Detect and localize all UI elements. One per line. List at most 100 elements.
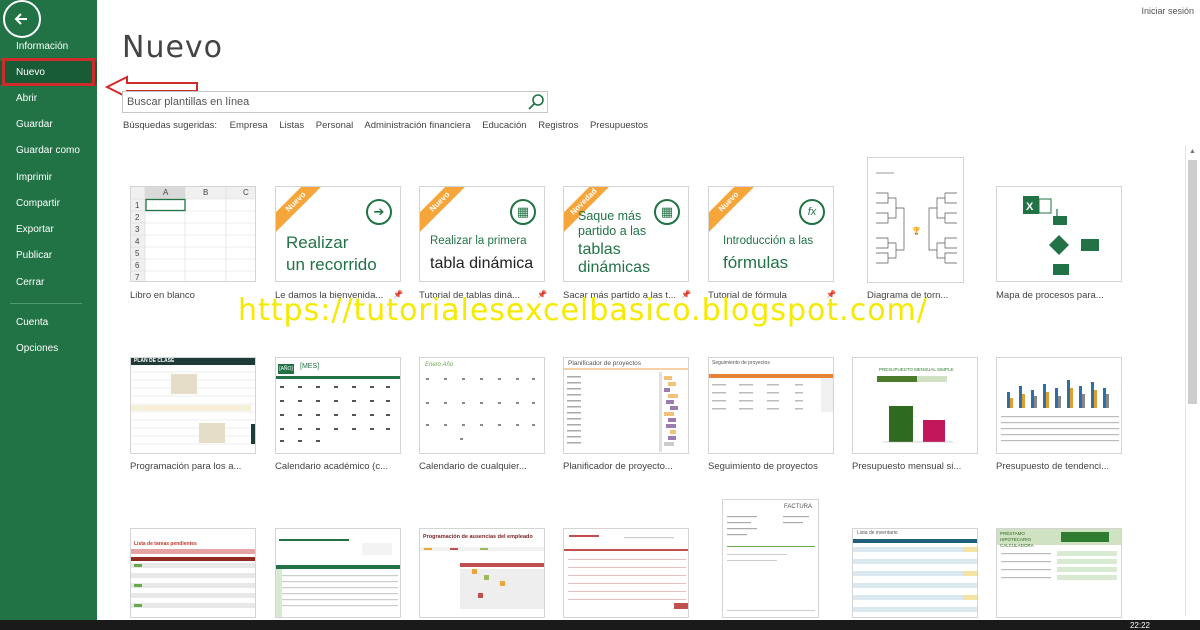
more-pivot-line3: tablas bbox=[578, 241, 621, 258]
template-thumb-loan-schedule[interactable] bbox=[275, 528, 401, 618]
template-thumb-inventory[interactable]: Lista de inventario bbox=[852, 528, 978, 618]
nav-abrir[interactable]: Abrir bbox=[0, 87, 97, 111]
template-thumb-absence-schedule[interactable]: Programación de ausencias del empleado bbox=[419, 528, 545, 618]
template-thumb-project-planner[interactable]: Planificador de proyectos bbox=[563, 357, 689, 454]
search-button[interactable] bbox=[526, 93, 546, 111]
suggestion-personal[interactable]: Personal bbox=[316, 120, 354, 131]
search-input[interactable] bbox=[127, 94, 522, 110]
template-thumb-monthly-budget[interactable]: PRESUPUESTO MENSUAL SIMPLE bbox=[852, 357, 978, 454]
suggested-label: Búsquedas sugeridas: bbox=[123, 120, 218, 131]
suggestion-educacion[interactable]: Educación bbox=[482, 120, 526, 131]
row-header-6: 6 bbox=[135, 261, 140, 270]
template-thumb-process-map[interactable]: X bbox=[996, 186, 1122, 282]
absence-title: Programación de ausencias del empleado bbox=[423, 534, 533, 540]
nav-cerrar[interactable]: Cerrar bbox=[0, 271, 97, 295]
scroll-up-icon[interactable]: ▲ bbox=[1186, 146, 1199, 158]
nav-publicar[interactable]: Publicar bbox=[0, 244, 97, 268]
nav-divider bbox=[10, 303, 82, 304]
spreadsheet-grid-icon bbox=[131, 187, 255, 281]
page-title: Nuevo bbox=[122, 30, 224, 65]
sign-in-link[interactable]: Iniciar sesión bbox=[1141, 6, 1194, 16]
nav-cuenta[interactable]: Cuenta bbox=[0, 311, 97, 335]
row-header-4: 4 bbox=[135, 237, 140, 246]
svg-text:🏆: 🏆 bbox=[912, 226, 921, 235]
row-header-3: 3 bbox=[135, 225, 140, 234]
svg-text:X: X bbox=[1026, 201, 1034, 213]
mortgage-badge bbox=[1061, 532, 1109, 542]
template-label[interactable]: Seguimiento de proyectos bbox=[708, 461, 838, 472]
calendar-title: Enero Año bbox=[425, 362, 454, 368]
taskbar-clock: 22:22 bbox=[1129, 621, 1150, 630]
pivot-table-icon: ▦ bbox=[654, 199, 680, 225]
nuevo-highlight-box bbox=[2, 58, 95, 86]
formulas-line1: Introducción a las bbox=[723, 235, 814, 247]
mortgage-title: PRÉSTAMO HIPOTECARIO CALCULADORA bbox=[1000, 531, 1034, 548]
template-thumb-blank[interactable]: A B C 1 2 3 4 5 6 7 bbox=[130, 186, 256, 282]
template-thumb-academic-calendar[interactable]: [AÑO] [MES] bbox=[275, 357, 401, 454]
suggested-searches: Búsquedas sugeridas: Empresa Listas Pers… bbox=[123, 120, 657, 131]
lesson-plan-title: PLAN DE CLASE bbox=[134, 358, 175, 364]
pivot-text-line1: Realizar la primera bbox=[430, 235, 527, 247]
search-icon bbox=[528, 94, 544, 110]
row-header-1: 1 bbox=[135, 201, 140, 210]
backstage-sidebar: Información Nuevo Abrir Guardar Guardar … bbox=[0, 0, 97, 630]
suggestion-administracion[interactable]: Administración financiera bbox=[364, 120, 470, 131]
template-thumb-bracket[interactable]: 🏆 bbox=[867, 157, 964, 283]
budget-chart-icon bbox=[877, 376, 953, 443]
inventory-table-icon bbox=[853, 539, 977, 612]
template-label[interactable]: Presupuesto mensual si... bbox=[852, 461, 967, 472]
watermark-url: https://tutorialesexcelbasico.blogspot.c… bbox=[238, 293, 928, 328]
template-label[interactable]: Calendario de cualquier... bbox=[419, 461, 534, 472]
budget-title: PRESUPUESTO MENSUAL SIMPLE bbox=[879, 367, 954, 372]
template-label[interactable]: Mapa de procesos para... bbox=[996, 290, 1126, 301]
nav-guardar[interactable]: Guardar bbox=[0, 113, 97, 137]
suggestion-presupuestos[interactable]: Presupuestos bbox=[590, 120, 648, 131]
nav-guardar-como[interactable]: Guardar como bbox=[0, 139, 97, 163]
mortgage-header: PRÉSTAMO HIPOTECARIO CALCULADORA bbox=[997, 529, 1121, 548]
template-thumb-budget-trend[interactable] bbox=[996, 357, 1122, 454]
template-label[interactable]: Programación para los a... bbox=[130, 461, 245, 472]
template-thumb-pivot[interactable]: Nuevo ▦ Realizar la primera tabla dinámi… bbox=[419, 186, 545, 282]
invoice-title: FACTURA bbox=[783, 504, 812, 510]
template-label[interactable]: Calendario académico (c... bbox=[275, 461, 390, 472]
gallery-scrollbar[interactable]: ▲ bbox=[1185, 146, 1198, 616]
excel-backstage: Información Nuevo Abrir Guardar Guardar … bbox=[0, 0, 1200, 630]
new-badge: Nuevo bbox=[709, 187, 763, 236]
suggestion-registros[interactable]: Registros bbox=[538, 120, 578, 131]
formulas-line2: fórmulas bbox=[723, 253, 789, 272]
scroll-thumb[interactable] bbox=[1188, 160, 1197, 404]
template-thumb-lesson-plan[interactable]: PLAN DE CLASE bbox=[130, 357, 256, 454]
template-thumb-sales-invoice[interactable] bbox=[563, 528, 689, 618]
template-thumb-formulas[interactable]: Nuevo fx Introducción a las fórmulas bbox=[708, 186, 834, 282]
lesson-plan-header: PLAN DE CLASE bbox=[131, 358, 255, 365]
windows-taskbar: 22:22 bbox=[0, 620, 1200, 630]
suggestion-listas[interactable]: Listas bbox=[279, 120, 304, 131]
template-label[interactable]: Presupuesto de tendenci... bbox=[996, 461, 1111, 472]
more-pivot-line2: partido a las bbox=[578, 224, 647, 238]
row-header-2: 2 bbox=[135, 213, 140, 222]
template-thumb-tour[interactable]: Nuevo ➔ Realizar un recorrido bbox=[275, 186, 401, 282]
suggestion-empresa[interactable]: Empresa bbox=[230, 120, 268, 131]
invoice-lines-icon bbox=[564, 535, 688, 609]
template-label[interactable]: Planificador de proyecto... bbox=[563, 461, 678, 472]
template-thumb-todo-list[interactable]: Lista de tareas pendientes bbox=[130, 528, 256, 618]
template-thumb-mortgage[interactable]: PRÉSTAMO HIPOTECARIO CALCULADORA bbox=[996, 528, 1122, 618]
nav-exportar[interactable]: Exportar bbox=[0, 218, 97, 242]
nav-imprimir[interactable]: Imprimir bbox=[0, 166, 97, 190]
template-thumb-project-tracking[interactable]: Seguimiento de proyectos bbox=[708, 357, 834, 454]
template-thumb-more-pivot[interactable]: Novedad ▦ Saque más partido a las tablas… bbox=[563, 186, 689, 282]
nav-compartir[interactable]: Compartir bbox=[0, 192, 97, 216]
loan-table-icon bbox=[276, 539, 400, 617]
nav-opciones[interactable]: Opciones bbox=[0, 337, 97, 361]
template-thumb-any-calendar[interactable]: Enero Año bbox=[419, 357, 545, 454]
calendar-month-label: [MES] bbox=[300, 363, 320, 370]
back-button[interactable] bbox=[3, 0, 41, 38]
arrow-right-icon: ➔ bbox=[366, 199, 392, 225]
search-box bbox=[122, 91, 548, 113]
template-thumb-invoice[interactable]: FACTURA bbox=[722, 499, 819, 618]
nav-informacion[interactable]: Información bbox=[0, 35, 97, 59]
process-map-icon: X bbox=[1023, 196, 1099, 275]
gantt-chart-icon bbox=[564, 368, 688, 452]
pivot-table-icon: ▦ bbox=[510, 199, 536, 225]
tour-text-line1: Realizar bbox=[286, 233, 349, 252]
